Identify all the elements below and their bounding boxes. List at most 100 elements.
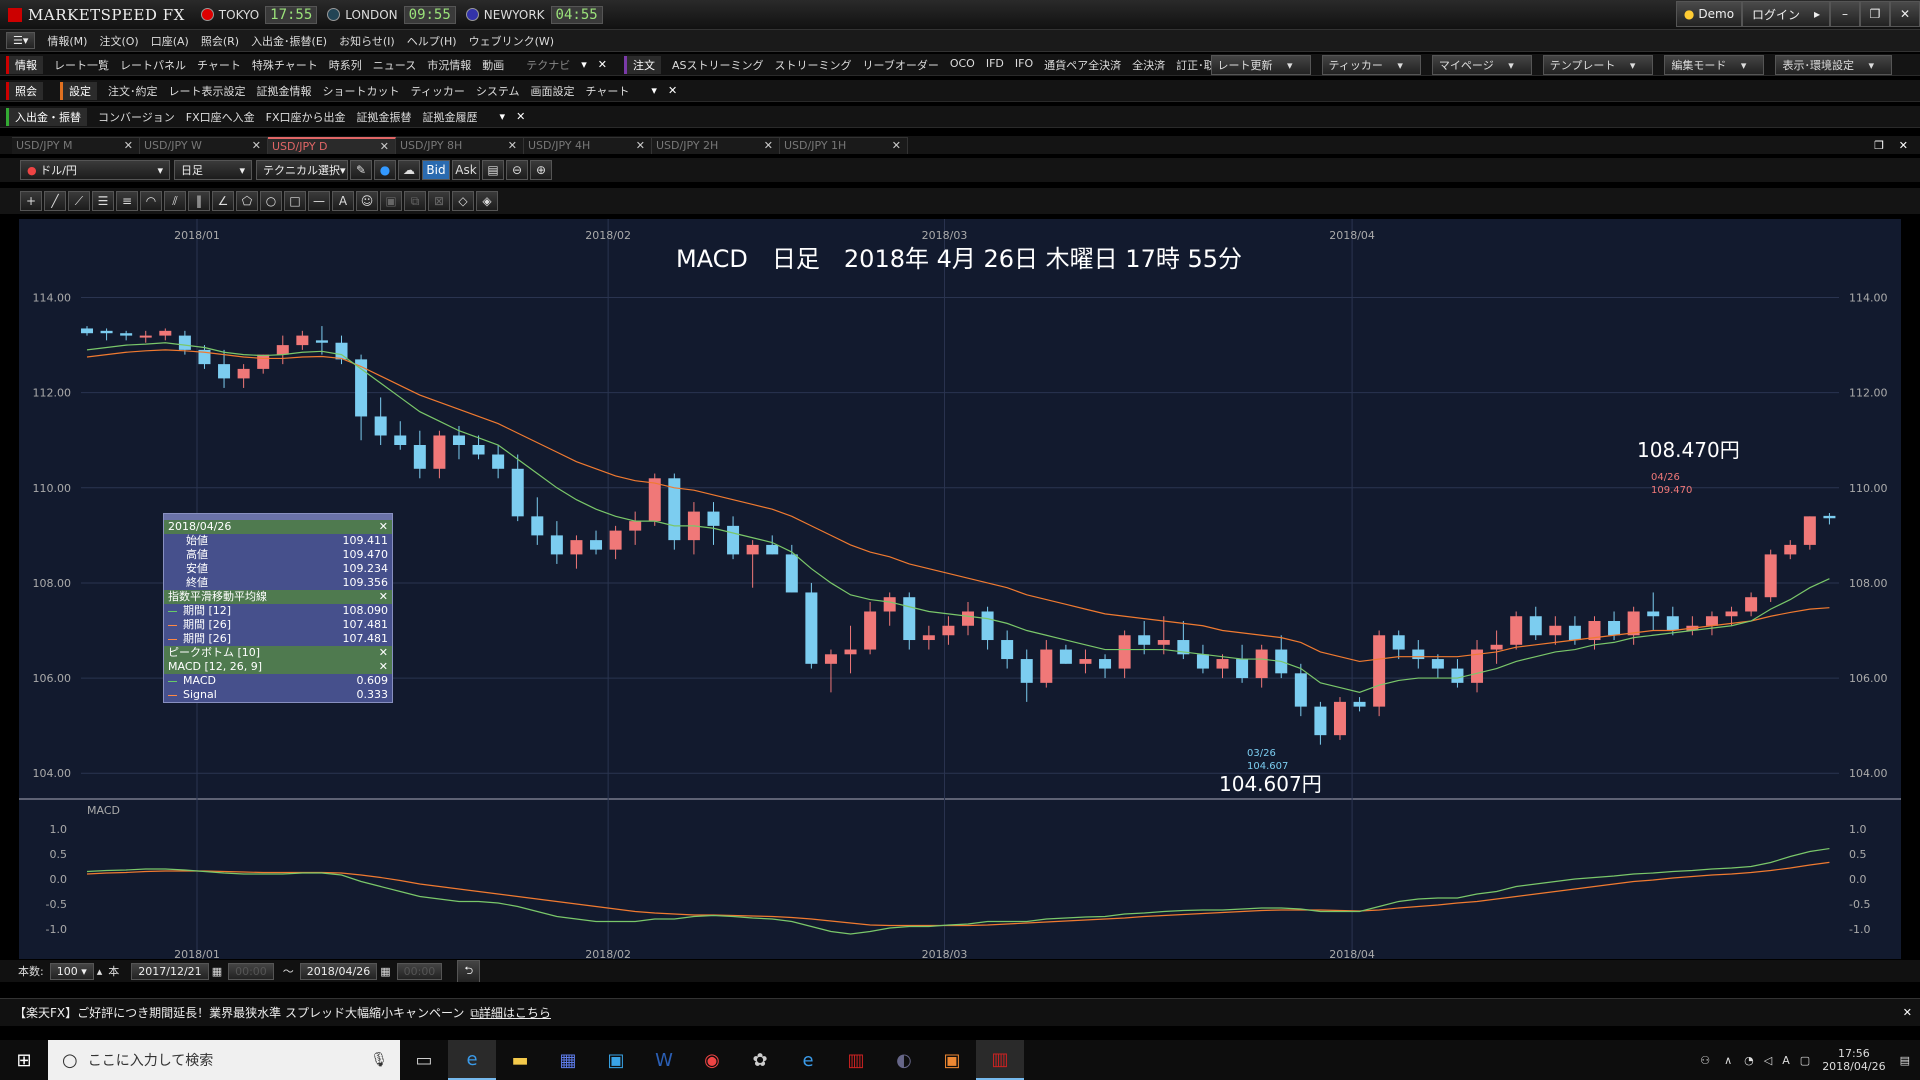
close-icon[interactable]: ✕ [1903,1006,1912,1019]
toolbar-item[interactable]: レートパネル [120,57,186,73]
trendline-icon[interactable]: ╱ [44,191,66,211]
taskbar-clock[interactable]: 17:56 2018/04/26 [1822,1047,1885,1073]
toolbar-item[interactable]: 証拠金履歴 [423,109,478,125]
app-icon[interactable]: ◐ [880,1040,928,1080]
close-icon[interactable]: ✕ [380,139,389,155]
zoom-in-icon[interactable]: ⊕ [530,160,552,180]
polygon-icon[interactable]: ⬠ [236,191,258,211]
banner-link[interactable]: ⧉詳細はこちら [470,1004,551,1021]
toolbar-item[interactable]: ASストリーミング [672,57,764,73]
toolbar-item[interactable]: 証拠金振替 [357,109,412,125]
menu-item[interactable]: 入出金･振替(E) [251,33,327,49]
technavi-item[interactable]: テクナビ [526,57,570,73]
file-explorer-icon[interactable]: ▬ [496,1040,544,1080]
toolbar-item[interactable]: ショートカット [323,83,400,99]
toolbar-item[interactable]: 画面設定 [531,83,575,99]
count-select[interactable]: 100 ▾ [49,962,94,980]
vlines-icon[interactable]: ‖ [188,191,210,211]
toolbar-settings-label[interactable]: 設定 [60,81,97,100]
toolbar-item[interactable]: 市況情報 [427,57,471,73]
bid-button[interactable]: Bid [422,160,450,180]
technical-select[interactable]: テクニカル選択 ▾ [256,160,348,180]
text-icon[interactable]: A [332,191,354,211]
task-view-icon[interactable]: ▭ [400,1040,448,1080]
close-icon[interactable]: ✕ [124,138,133,154]
refresh-icon[interactable]: ⮌ [457,960,481,982]
calendar-icon[interactable]: ▦ [380,965,390,978]
toolbar-deposit-label[interactable]: 入出金・振替 [6,107,87,126]
edge-icon[interactable]: e [784,1040,832,1080]
toolbar-item[interactable]: 動画 [482,57,504,73]
menu-toggle-button[interactable]: ☰▾ [6,32,36,49]
chevron-up-icon[interactable]: ∧ [1724,1054,1732,1067]
toolbar-inquiry-label[interactable]: 照会 [6,81,43,100]
menu-item[interactable]: 注文(O) [99,33,138,49]
chevron-up-icon[interactable]: ▴ [97,965,103,978]
close-icon[interactable]: ✕ [516,110,525,123]
toolbar-item[interactable]: 全決済 [1132,57,1165,73]
toolbar-dropdown-button[interactable]: マイページ ▾ [1431,54,1532,75]
menu-item[interactable]: 照会(R) [201,33,239,49]
from-time-field[interactable]: 00:00 [228,962,274,980]
toolbar-item[interactable]: レート表示設定 [169,83,246,99]
toolbar-item[interactable]: 通貨ペア全決済 [1044,57,1121,73]
toolbar-item[interactable]: コンバージョン [98,109,175,125]
toolbar-dropdown-button[interactable]: レート更新 ▾ [1210,54,1311,75]
crosshair-icon[interactable]: + [20,191,42,211]
pen-icon[interactable]: ✎ [350,160,372,180]
chevron-down-icon[interactable]: ▾ [581,58,587,71]
chevron-down-icon[interactable]: ▾ [651,84,657,97]
toolbar-item[interactable]: IFD [986,57,1004,73]
toolbar-dropdown-button[interactable]: ティッカー ▾ [1321,54,1421,75]
toolbar-item[interactable]: 証拠金情報 [257,83,312,99]
close-icon[interactable]: ✕ [379,646,388,660]
toolbar-item[interactable]: システム [476,83,520,99]
close-icon[interactable]: ✕ [379,520,388,534]
toolbar-item[interactable]: リーブオーダー [863,57,939,73]
circle-icon[interactable]: ○ [260,191,282,211]
zoom-out-icon[interactable]: ⊖ [506,160,528,180]
from-date-field[interactable]: 2017/12/21 [131,962,209,980]
toolbar-item[interactable]: IFO [1015,57,1033,73]
eraser-all-icon[interactable]: ◈ [476,191,498,211]
pair-select[interactable]: ● ドル/円 ▾ [20,160,170,180]
tab-usdjpy8h[interactable]: USD/JPY 8H ✕ [396,136,524,154]
login-button[interactable]: ログイン ▸ [1742,1,1830,27]
close-icon[interactable]: ✕ [508,138,517,154]
channel-icon[interactable]: ≡ [116,191,138,211]
chevron-down-icon[interactable]: ▾ [500,110,506,123]
to-time-field[interactable]: 00:00 [396,962,443,980]
close-icon[interactable]: ✕ [1899,139,1908,152]
toolbar-info-label[interactable]: 情報 [6,55,43,74]
menu-item[interactable]: 口座(A) [151,33,189,49]
tab-usdjpy4h[interactable]: USD/JPY 4H ✕ [524,136,652,154]
toolbar-item[interactable]: ストリーミング [775,57,852,73]
close-icon[interactable]: ✕ [598,58,607,71]
hlines-icon[interactable]: ☰ [92,191,114,211]
menu-item[interactable]: ヘルプ(H) [407,33,457,49]
fan-icon[interactable]: ⫽ [164,191,186,211]
minimize-button[interactable]: – [1830,1,1860,27]
close-button[interactable]: ✕ [1890,1,1920,27]
close-icon[interactable]: ✕ [764,138,773,154]
ie-icon[interactable]: e [448,1040,496,1080]
people-icon[interactable]: ⚇ [1700,1054,1710,1067]
tab-usdjpyd[interactable]: USD/JPY D ✕ [268,136,396,155]
copy-icon[interactable]: ⧉ [404,191,426,211]
paint-icon[interactable]: ✿ [736,1040,784,1080]
toolbar-item[interactable]: FX口座から出金 [266,109,346,125]
ask-button[interactable]: Ask [452,160,480,180]
toolbar-item[interactable]: 特殊チャート [252,57,318,73]
period-select[interactable]: 日足 ▾ [174,160,252,180]
chart-type-icon[interactable]: ▤ [482,160,504,180]
info-icon[interactable]: ● [374,160,396,180]
maximize-button[interactable]: ❐ [1860,1,1890,27]
menu-item[interactable]: ウェブリンク(W) [469,33,554,49]
close-icon[interactable]: ✕ [379,590,388,604]
taskbar-search[interactable]: ○ ここに入力して検索 🎙 [48,1040,400,1080]
tab-usdjpy2h[interactable]: USD/JPY 2H ✕ [652,136,780,154]
notification-badge-icon[interactable]: ▢ [1800,1054,1810,1067]
close-icon[interactable]: ✕ [892,138,901,154]
toolbar-item[interactable]: FX口座へ入金 [186,109,255,125]
close-icon[interactable]: ✕ [668,84,677,97]
